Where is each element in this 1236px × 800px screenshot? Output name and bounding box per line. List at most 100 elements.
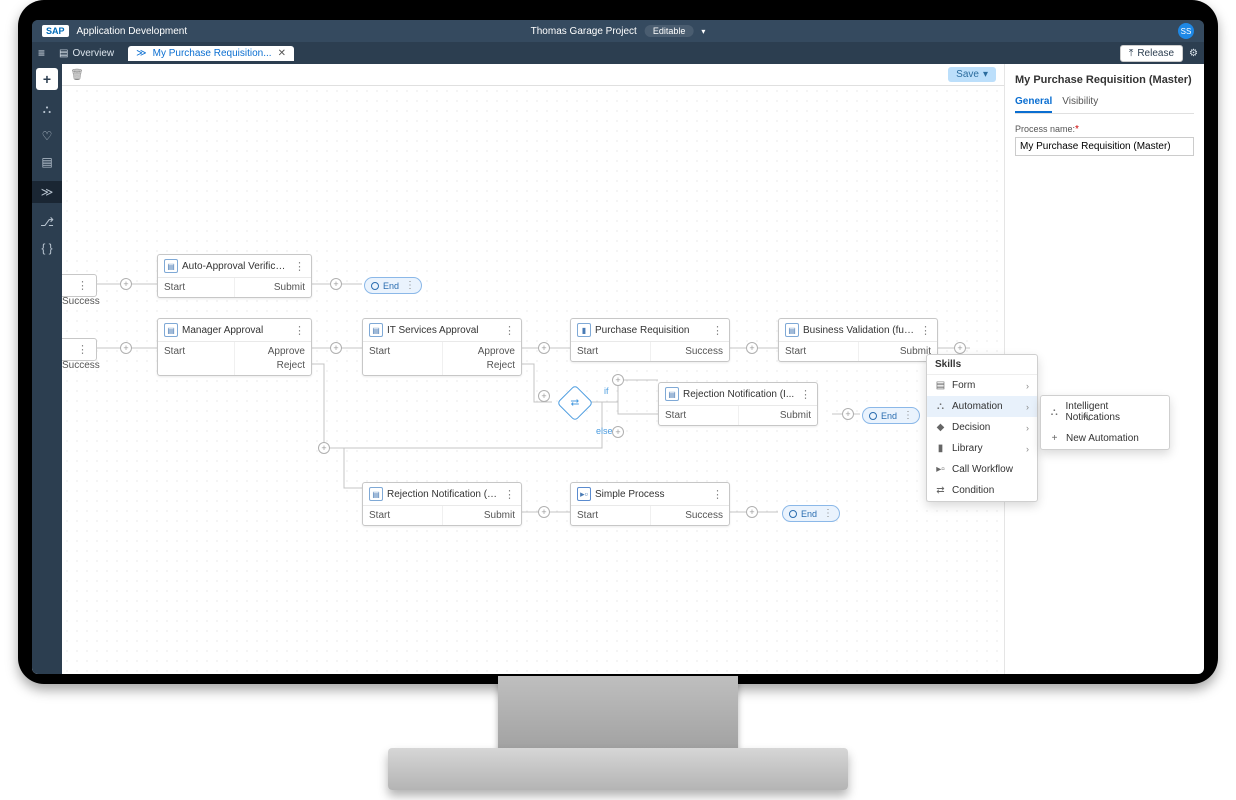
plus-icon[interactable]: + [538, 342, 550, 354]
port-approve: Approve [241, 346, 305, 357]
plus-icon[interactable]: + [746, 342, 758, 354]
gear-icon[interactable]: ⚙ [1189, 48, 1198, 59]
node-title: Business Validation (full... [803, 325, 916, 336]
canvas-toolbar: 🗑 Save ▾ [62, 64, 1004, 86]
rail-people-icon[interactable]: ⛬ [43, 102, 51, 117]
end-node-top[interactable]: End ⋮ [364, 277, 422, 294]
chevron-down-icon[interactable]: ▾ [701, 27, 705, 36]
node-menu-icon[interactable]: ⋮ [800, 388, 811, 401]
node-manager-approval[interactable]: ▤ Manager Approval ⋮ Start Approve Rejec… [157, 318, 312, 376]
document-icon: ▤ [59, 48, 68, 59]
node-menu-icon[interactable]: ⋮ [504, 324, 515, 337]
menu-item-decision[interactable]: ◆Decision› [927, 417, 1037, 438]
process-icon: ≫ [136, 48, 146, 59]
plus-icon[interactable]: + [954, 342, 966, 354]
rail-process-icon[interactable]: ≫ [32, 181, 62, 203]
menu-label: Automation [952, 401, 1003, 412]
port-reject: Reject [449, 360, 516, 371]
process-name-label: Process name: [1015, 124, 1075, 134]
menu-label: Condition [952, 485, 994, 496]
node-title: IT Services Approval [387, 325, 500, 336]
plus-icon[interactable]: + [538, 506, 550, 518]
submenu-new-automation[interactable]: +New Automation [1041, 428, 1169, 449]
node-title: Rejection Notification (I... [683, 389, 796, 400]
close-icon[interactable]: ✕ [278, 48, 286, 59]
node-it-services[interactable]: ▤ IT Services Approval ⋮ Start Approve R… [362, 318, 522, 376]
panel-title: My Purchase Requisition (Master) [1015, 74, 1194, 86]
decision-else-label: else [596, 426, 613, 436]
plus-icon[interactable]: + [330, 342, 342, 354]
port-success-top: Success [62, 296, 100, 307]
trash-icon[interactable]: 🗑 [70, 68, 84, 81]
port-submit: Submit [234, 278, 311, 297]
node-auto-approval[interactable]: ▤ Auto-Approval Verificatio... ⋮ Start S… [157, 254, 312, 298]
node-simple-process[interactable]: ▸▫ Simple Process ⋮ Start Success [570, 482, 730, 526]
tab-overview[interactable]: ▤ Overview [51, 46, 122, 61]
avatar[interactable]: SS [1178, 23, 1194, 39]
library-icon: ▮ [935, 443, 946, 454]
tab-visibility[interactable]: Visibility [1062, 96, 1098, 113]
node-rejection-i[interactable]: ▤ Rejection Notification (I... ⋮ Start S… [658, 382, 818, 426]
port-submit: Submit [442, 506, 522, 525]
menu-label: Decision [952, 422, 990, 433]
plus-icon[interactable]: + [538, 390, 550, 402]
end-label: End [881, 411, 897, 421]
canvas-area[interactable]: 🗑 Save ▾ [62, 64, 1004, 674]
plus-icon[interactable]: + [318, 442, 330, 454]
process-name-input[interactable] [1015, 137, 1194, 156]
menu-item-condition[interactable]: ⇄Condition [927, 480, 1037, 501]
submenu-intelligent-notifications[interactable]: ⛬Intelligent Notifications [1041, 396, 1169, 428]
port-reject: Reject [241, 360, 305, 371]
node-title: Manager Approval [182, 325, 290, 336]
save-button[interactable]: Save ▾ [948, 67, 996, 82]
form-icon: ▤ [935, 380, 946, 391]
chevron-down-icon[interactable]: ▾ [983, 69, 988, 80]
end-node-bottom[interactable]: End ⋮ [782, 505, 840, 522]
form-icon: ▤ [164, 323, 178, 337]
node-menu-icon[interactable]: ⋮ [712, 324, 723, 337]
node-menu-icon[interactable]: ⋮ [294, 260, 305, 273]
editable-badge[interactable]: Editable [645, 25, 694, 37]
sap-logo: SAP [42, 25, 69, 37]
menu-item-form[interactable]: ▤Form› [927, 375, 1037, 396]
workflow-icon: ▸▫ [935, 464, 946, 475]
menu-item-call-workflow[interactable]: ▸▫Call Workflow [927, 459, 1037, 480]
hamburger-icon[interactable]: ≡ [38, 46, 45, 60]
rail-doc-icon[interactable]: ▤ [41, 155, 52, 169]
node-menu-icon[interactable]: ⋮ [920, 324, 931, 337]
form-icon: ▤ [785, 323, 799, 337]
add-button[interactable]: + [36, 68, 58, 90]
plus-icon[interactable]: + [120, 278, 132, 290]
node-menu-icon[interactable]: ⋮ [903, 410, 913, 421]
release-button[interactable]: ⤒ Release [1120, 45, 1183, 62]
tab-active[interactable]: ≫ My Purchase Requisition... ✕ [128, 46, 294, 61]
node-business-validation[interactable]: ▤ Business Validation (full... ⋮ Start S… [778, 318, 938, 362]
form-icon: ▤ [665, 387, 679, 401]
plus-icon[interactable]: + [612, 374, 624, 386]
end-node-mid[interactable]: End ⋮ [862, 407, 920, 424]
menu-item-library[interactable]: ▮Library› [927, 438, 1037, 459]
plus-icon[interactable]: + [842, 408, 854, 420]
plus-icon[interactable]: + [330, 278, 342, 290]
release-label: Release [1137, 48, 1174, 59]
decision-node[interactable]: ⮂ [557, 385, 594, 422]
node-menu-icon[interactable]: ⋮ [405, 280, 415, 291]
node-purchase-req[interactable]: ▮ Purchase Requisition ⋮ Start Success [570, 318, 730, 362]
tab-general[interactable]: General [1015, 96, 1052, 113]
rail-branch-icon[interactable]: ⎇ [40, 215, 54, 229]
stub-top[interactable]: ⋮ [62, 274, 97, 297]
node-menu-icon[interactable]: ⋮ [823, 508, 833, 519]
node-menu-icon[interactable]: ⋮ [504, 488, 515, 501]
chevron-right-icon: › [1026, 381, 1029, 391]
node-menu-icon[interactable]: ⋮ [294, 324, 305, 337]
node-rejection-m[interactable]: ▤ Rejection Notification (M... ⋮ Start S… [362, 482, 522, 526]
menu-item-automation[interactable]: ⛬Automation› [927, 396, 1037, 417]
node-menu-icon[interactable]: ⋮ [712, 488, 723, 501]
app-title: Application Development [77, 26, 188, 37]
rail-brackets-icon[interactable]: { } [41, 241, 52, 255]
plus-icon[interactable]: + [746, 506, 758, 518]
stub-bottom[interactable]: ⋮ [62, 338, 97, 361]
plus-icon[interactable]: + [120, 342, 132, 354]
rail-heart-icon[interactable]: ♡ [42, 129, 53, 143]
plus-icon[interactable]: + [612, 426, 624, 438]
